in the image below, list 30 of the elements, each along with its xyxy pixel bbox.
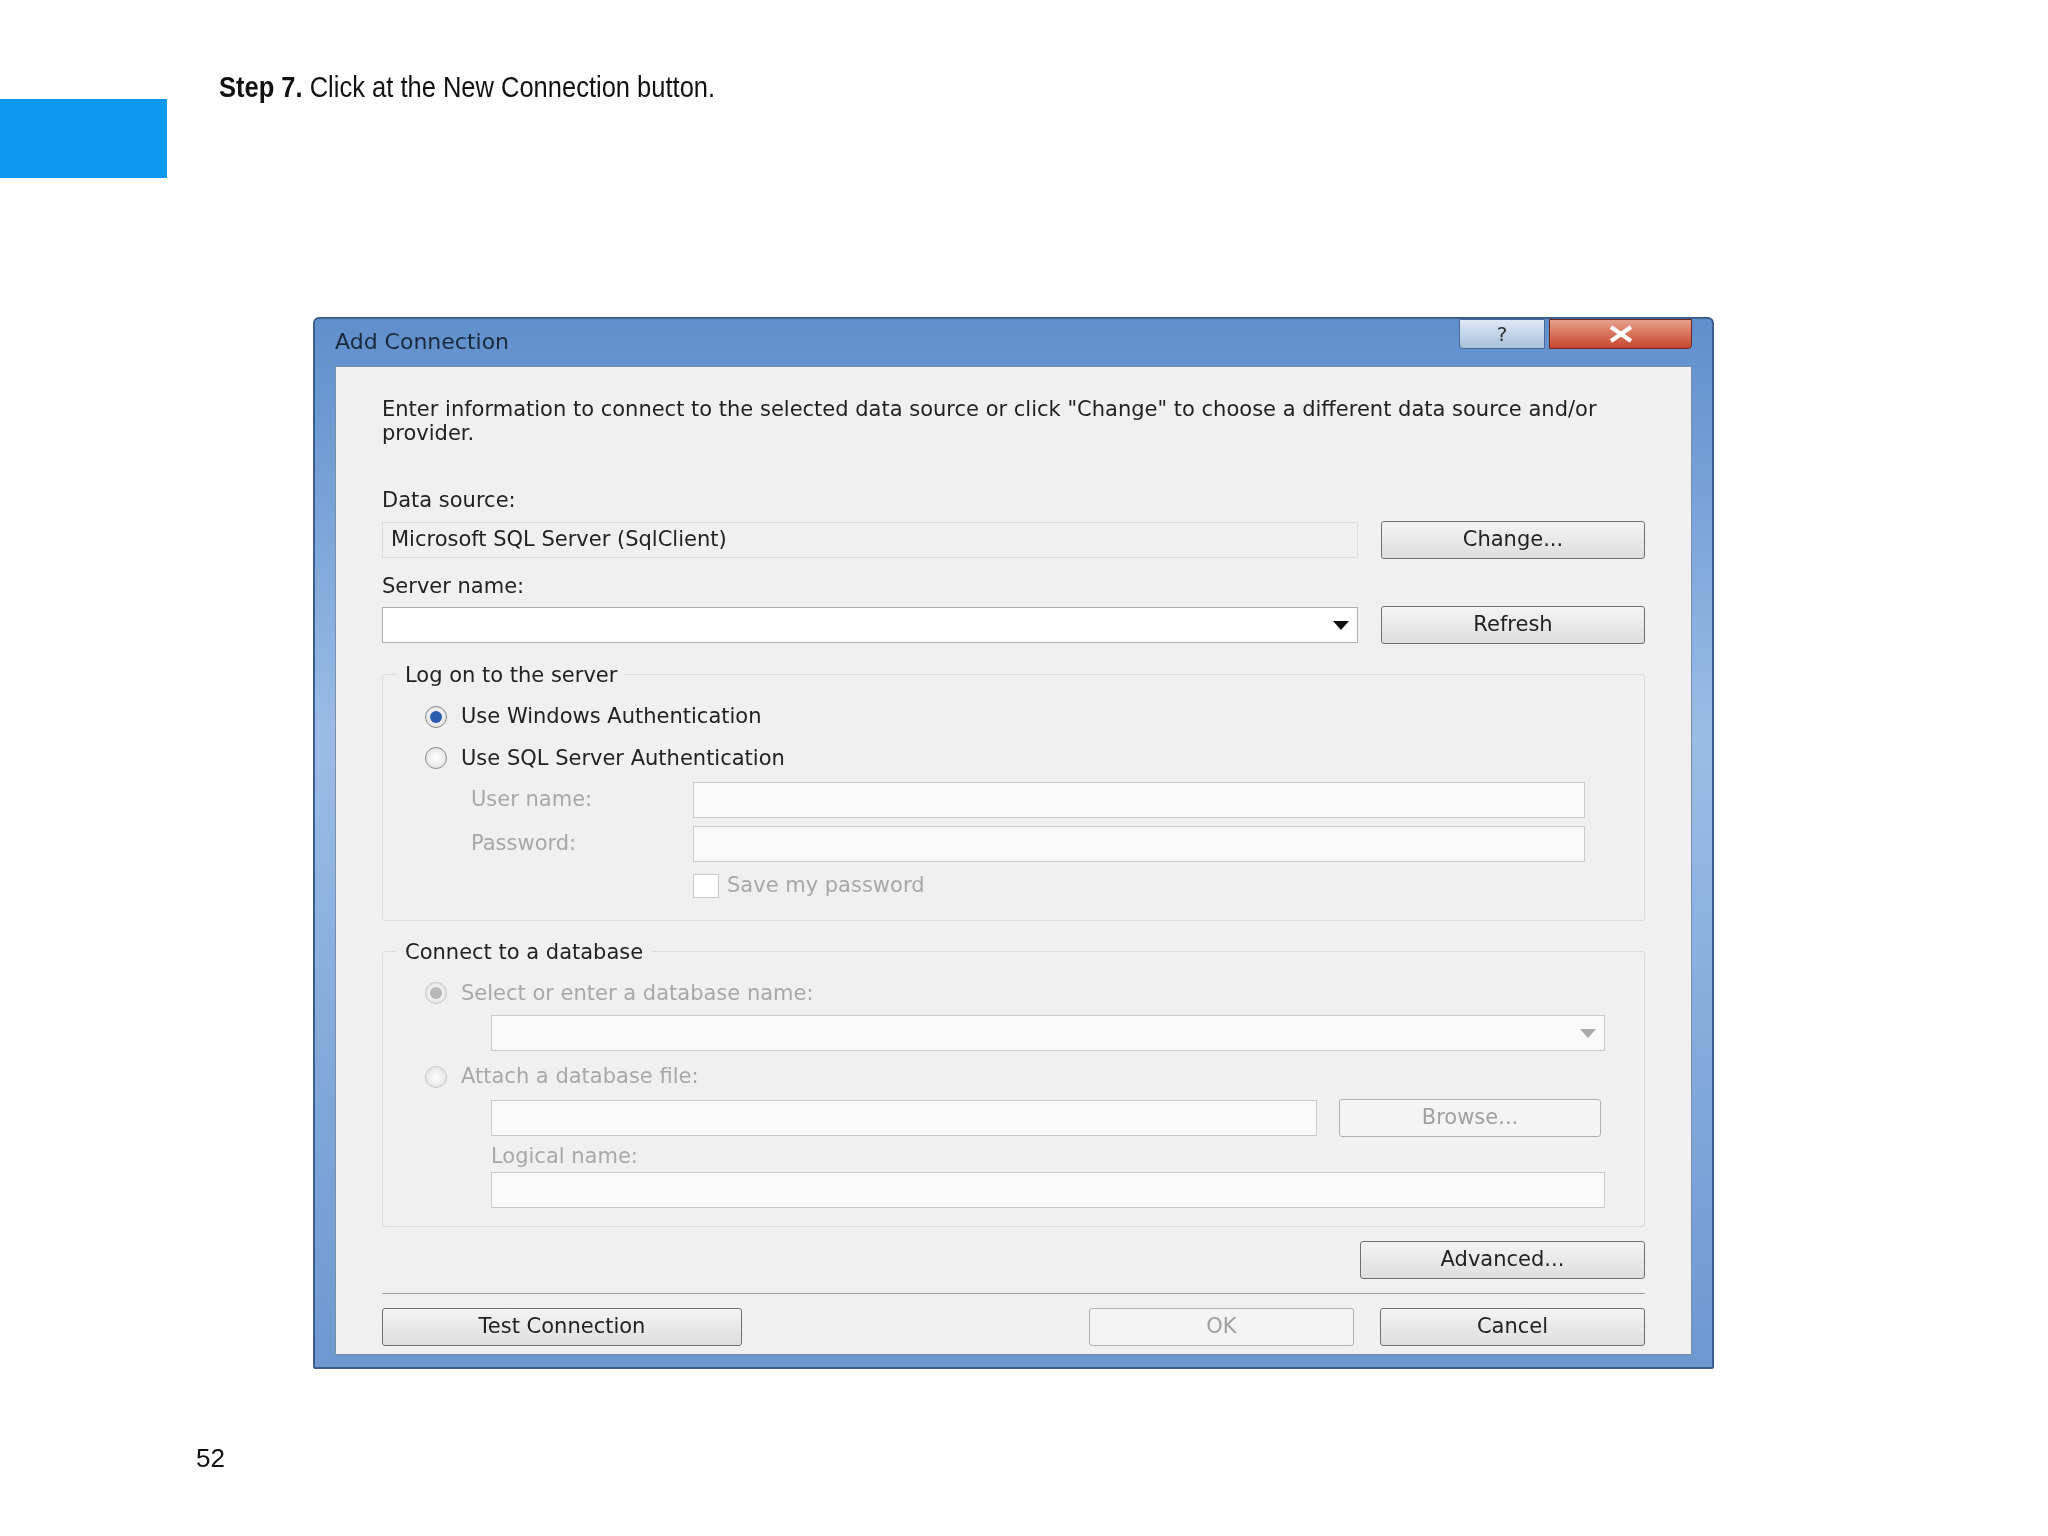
server-name-combobox[interactable] [382,607,1358,643]
help-button[interactable]: ? [1459,319,1545,349]
close-button[interactable] [1549,319,1692,349]
advanced-button[interactable]: Advanced... [1360,1241,1645,1279]
dropdown-arrow-icon [1580,1028,1596,1038]
step-instruction: Step 7. Click at the New Connection button. [219,69,716,105]
option-label: Attach a database file: [461,1063,699,1090]
change-button[interactable]: Change... [1381,520,1645,559]
field-label: Server name: [382,572,526,600]
dropdown-arrow-icon [1333,620,1349,630]
database-file-field[interactable] [491,1099,1317,1136]
field-label: User name: [471,786,594,814]
page-number: 52 [196,1442,226,1475]
option-label: Select or enter a database name: [461,979,814,1007]
data-source-field: Microsoft SQL Server (SqlClient) [382,521,1358,558]
field-label: Data source: [382,487,517,514]
option-label: Use SQL Server Authentication [461,744,785,772]
field-label: Logical name: [491,1142,639,1170]
test-connection-button[interactable]: Test Connection [382,1308,742,1346]
cancel-button[interactable]: Cancel [1380,1308,1645,1346]
close-icon [1607,325,1634,343]
radio-button[interactable] [425,705,447,728]
instruction-text: Enter information to connect to the selected data source or click "Change" to choose a different data source and/or provider. [382,397,1598,445]
checkbox-label: Save my password [727,872,925,899]
window-title: Add Connection [335,328,510,356]
radio-button[interactable] [425,747,447,770]
field-label: Password: [471,830,578,858]
refresh-button[interactable]: Refresh [1381,606,1645,644]
option-label: Use Windows Authentication [461,703,762,730]
database-name-combobox[interactable] [491,1015,1605,1051]
